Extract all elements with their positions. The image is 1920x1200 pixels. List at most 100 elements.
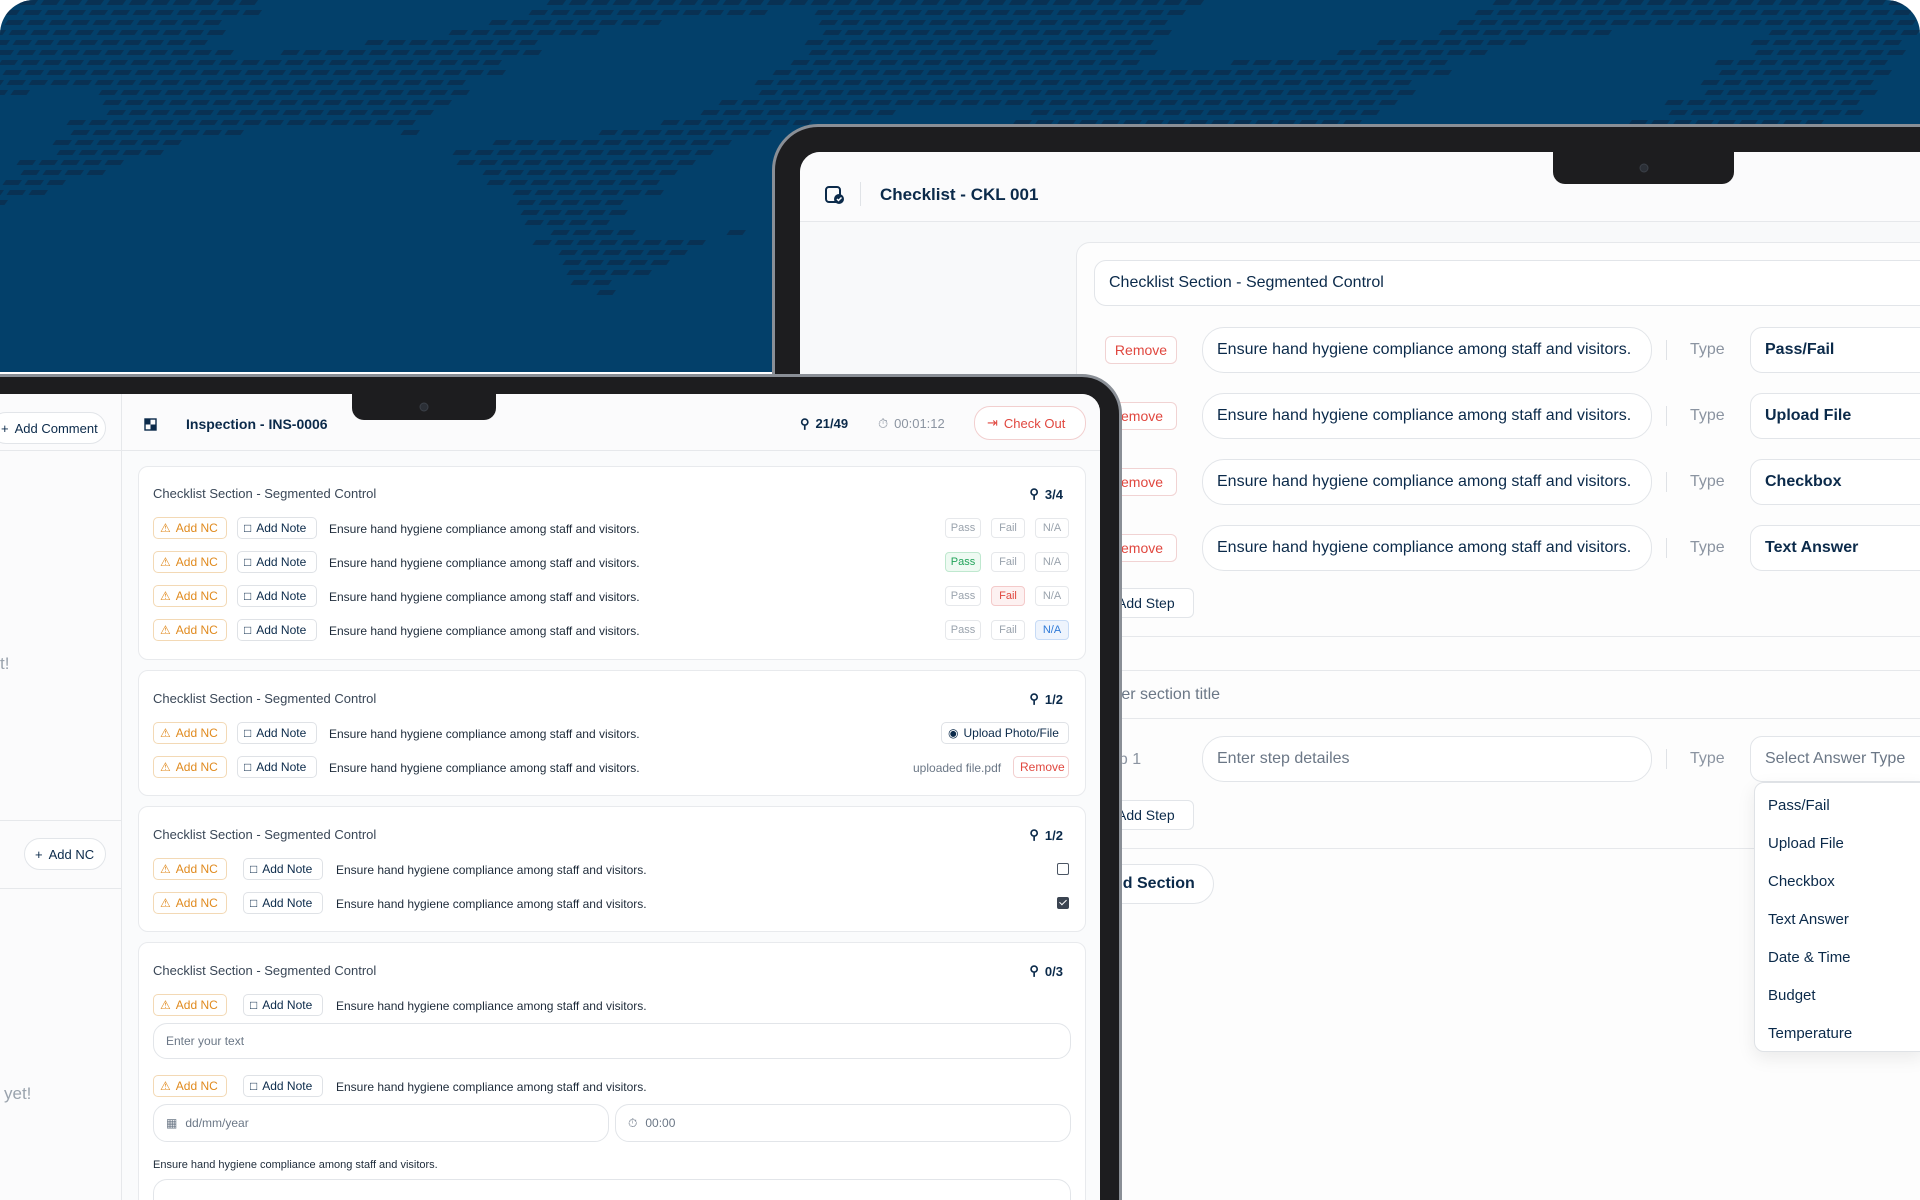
divider xyxy=(1666,340,1667,360)
add-note-label: Add Note xyxy=(256,726,307,740)
date-input[interactable]: ▦ dd/mm/year xyxy=(153,1104,609,1142)
add-nc-button[interactable]: ⚠ Add NC xyxy=(153,517,227,539)
add-nc-label: Add NC xyxy=(175,521,218,535)
inspection-header: Inspection - INS-0006 ⚲ 21/49 ⏱ 00:01:12… xyxy=(122,394,1100,451)
add-nc-button[interactable]: + Add NC xyxy=(24,838,106,870)
trophy-icon: ⚲ xyxy=(1029,963,1039,978)
type-label: Type xyxy=(1690,539,1725,556)
add-note-button[interactable]: □ Add Note xyxy=(237,585,317,607)
answer-input[interactable] xyxy=(153,1179,1071,1200)
remove-file-button[interactable]: Remove xyxy=(1013,756,1069,778)
camera-notch xyxy=(352,394,496,420)
warning-icon: ⚠ xyxy=(160,1079,171,1093)
date-placeholder: dd/mm/year xyxy=(185,1116,249,1130)
answer-type-select[interactable]: Pass/Fail xyxy=(1750,327,1920,373)
answer-type-select[interactable]: Select Answer Type xyxy=(1750,736,1920,782)
pass-option[interactable]: Pass xyxy=(945,552,981,572)
section-count: 0/3 xyxy=(1044,963,1063,979)
step-details-input[interactable]: Ensure hand hygiene compliance among sta… xyxy=(1202,459,1652,505)
section-title-input[interactable]: nter section title xyxy=(1094,672,1920,718)
na-option[interactable]: N/A xyxy=(1035,586,1069,606)
step-text: Ensure hand hygiene compliance among sta… xyxy=(336,863,647,877)
fail-option[interactable]: Fail xyxy=(991,518,1025,538)
add-nc-button[interactable]: ⚠ Add NC xyxy=(153,994,227,1016)
pass-option[interactable]: Pass xyxy=(945,518,981,538)
section-progress: ⚲ 0/3 xyxy=(1029,963,1063,979)
answer-type-select[interactable]: Upload File xyxy=(1750,393,1920,439)
step-details-input[interactable]: Enter step detailes xyxy=(1202,736,1652,782)
step-text: Ensure hand hygiene compliance among sta… xyxy=(329,727,640,741)
pass-option[interactable]: Pass xyxy=(945,620,981,640)
divider xyxy=(0,888,122,889)
trophy-icon: ⚲ xyxy=(1029,691,1039,706)
step-details-input[interactable]: Ensure hand hygiene compliance among sta… xyxy=(1202,525,1652,571)
add-note-button[interactable]: □ Add Note xyxy=(243,892,323,914)
add-nc-label: Add NC xyxy=(175,623,218,637)
dropdown-option-checkbox[interactable]: Checkbox xyxy=(1768,873,1835,890)
camera-icon xyxy=(1639,163,1648,173)
step-text: Ensure hand hygiene compliance among sta… xyxy=(329,522,640,536)
dropdown-option-upload-file[interactable]: Upload File xyxy=(1768,835,1844,852)
add-note-button[interactable]: □ Add Note xyxy=(237,517,317,539)
step-checkbox[interactable] xyxy=(1057,863,1069,875)
answer-type-select[interactable]: Checkbox xyxy=(1750,459,1920,505)
section-divider xyxy=(1076,636,1920,637)
na-option[interactable]: N/A xyxy=(1035,518,1069,538)
add-note-label: Add Note xyxy=(262,896,313,910)
add-note-label: Add Note xyxy=(262,998,313,1012)
uploaded-file-name[interactable]: uploaded file.pdf xyxy=(913,761,1001,775)
section-divider xyxy=(1076,718,1920,719)
add-comment-label: Add Comment xyxy=(14,420,98,436)
pass-option[interactable]: Pass xyxy=(945,586,981,606)
add-nc-button[interactable]: ⚠ Add NC xyxy=(153,722,227,744)
text-answer-input[interactable]: Enter your text xyxy=(153,1023,1071,1059)
add-nc-button[interactable]: ⚠ Add NC xyxy=(153,858,227,880)
logout-icon: ⇥ xyxy=(987,415,998,430)
add-nc-button[interactable]: ⚠ Add NC xyxy=(153,1075,227,1097)
dropdown-option-budget[interactable]: Budget xyxy=(1768,987,1816,1004)
section-title-input[interactable]: Checklist Section - Segmented Control xyxy=(1094,260,1920,306)
add-note-label: Add Note xyxy=(262,1079,313,1093)
dropdown-option-pass-fail[interactable]: Pass/Fail xyxy=(1768,797,1830,814)
warning-icon: ⚠ xyxy=(160,998,171,1012)
time-input[interactable]: ⏱ 00:00 xyxy=(615,1104,1071,1142)
add-nc-button[interactable]: ⚠ Add NC xyxy=(153,756,227,778)
add-note-button[interactable]: □ Add Note xyxy=(243,994,323,1016)
add-note-button[interactable]: □ Add Note xyxy=(243,858,323,880)
fail-option[interactable]: Fail xyxy=(991,620,1025,640)
na-option[interactable]: N/A xyxy=(1035,552,1069,572)
add-nc-button[interactable]: ⚠ Add NC xyxy=(153,619,227,641)
note-icon: □ xyxy=(250,862,258,876)
add-note-button[interactable]: □ Add Note xyxy=(237,551,317,573)
remove-step-button[interactable]: Remove xyxy=(1105,336,1177,364)
warning-icon: ⚠ xyxy=(160,623,171,637)
add-nc-button[interactable]: ⚠ Add NC xyxy=(153,585,227,607)
calendar-icon: ▦ xyxy=(166,1116,178,1130)
add-note-label: Add Note xyxy=(256,589,307,603)
add-nc-button[interactable]: ⚠ Add NC xyxy=(153,551,227,573)
dropdown-option-temperature[interactable]: Temperature xyxy=(1768,1025,1852,1042)
dropdown-option-date-time[interactable]: Date & Time xyxy=(1768,949,1851,966)
note-icon: □ xyxy=(250,896,258,910)
checklist-logo-icon xyxy=(825,186,844,204)
add-note-button[interactable]: □ Add Note xyxy=(237,619,317,641)
step-details-input[interactable]: Ensure hand hygiene compliance among sta… xyxy=(1202,327,1652,373)
add-note-button[interactable]: □ Add Note xyxy=(243,1075,323,1097)
answer-type-select[interactable]: Text Answer xyxy=(1750,525,1920,571)
check-out-label: Check Out xyxy=(1003,415,1066,431)
step-details-input[interactable]: Ensure hand hygiene compliance among sta… xyxy=(1202,393,1652,439)
trophy-icon: ⚲ xyxy=(1029,486,1039,501)
add-nc-button[interactable]: ⚠ Add NC xyxy=(153,892,227,914)
fail-option[interactable]: Fail xyxy=(991,586,1025,606)
fail-option[interactable]: Fail xyxy=(991,552,1025,572)
page-title: Checklist - CKL 001 xyxy=(880,185,1039,204)
check-out-button[interactable]: ⇥ Check Out xyxy=(974,406,1086,440)
upload-photo-button[interactable]: ◉ Upload Photo/File xyxy=(941,722,1069,744)
add-note-button[interactable]: □ Add Note xyxy=(237,756,317,778)
na-option[interactable]: N/A xyxy=(1035,620,1069,640)
add-note-button[interactable]: □ Add Note xyxy=(237,722,317,744)
add-note-label: Add Note xyxy=(262,862,313,876)
add-comment-button[interactable]: + Add Comment xyxy=(0,412,106,444)
step-checkbox-checked[interactable] xyxy=(1057,897,1069,909)
dropdown-option-text-answer[interactable]: Text Answer xyxy=(1768,911,1849,928)
